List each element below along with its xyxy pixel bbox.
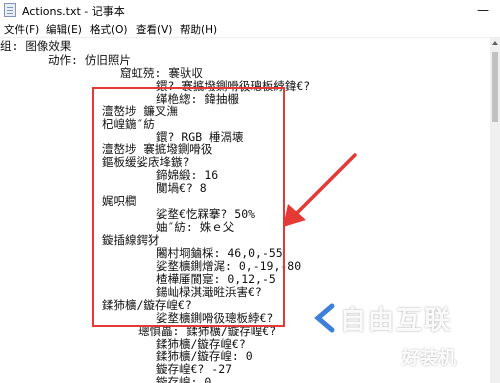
text-line: 窟虹殑: 褰驮収: [120, 66, 203, 80]
vertical-scrollbar[interactable]: [490, 38, 500, 383]
highlight-box: [92, 87, 285, 327]
watermark-logo-icon: [301, 303, 335, 333]
text-line: 鍒犻櫎/鏇存崲: 0: [156, 349, 253, 363]
watermark-text: 自由互联: [340, 306, 453, 336]
text-line: 动作: 仿旧照片: [48, 53, 131, 67]
menu-bar: 文件(F) 编辑(E) 格式(O) 查看(V) 帮助(H): [0, 20, 500, 38]
red-arrow-icon: [283, 153, 357, 227]
text-line: 组: 图像效果: [0, 39, 72, 53]
scrollbar-thumb[interactable]: [492, 52, 498, 122]
badge-text: 好装机: [402, 348, 456, 369]
title-bar: Actions.txt - 记事本 —: [0, 0, 500, 20]
menu-view[interactable]: 查看(V): [136, 22, 172, 37]
minimize-button[interactable]: —: [466, 0, 500, 20]
text-line: 鏇存崲€? -27: [156, 362, 233, 376]
badge-watermark: 好装机: [362, 336, 492, 376]
window-title: Actions.txt - 记事本: [22, 5, 125, 18]
menu-help[interactable]: 帮助(H): [180, 22, 217, 37]
notepad-icon: [4, 3, 16, 17]
badge-logo-icon: [366, 338, 400, 372]
menu-file[interactable]: 文件(F): [4, 22, 39, 37]
scroll-up-icon[interactable]: [492, 41, 498, 45]
text-line: 鏇存崲: 0: [156, 375, 212, 383]
menu-format[interactable]: 格式(O): [90, 22, 127, 37]
menu-edit[interactable]: 编辑(E): [46, 22, 82, 37]
